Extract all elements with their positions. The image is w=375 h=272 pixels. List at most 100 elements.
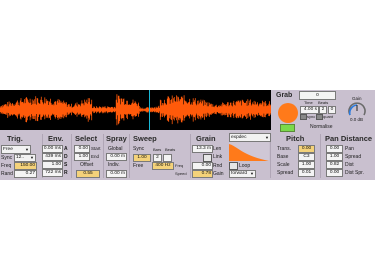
env-header: Env.	[48, 134, 64, 143]
trig-rand-input[interactable]: 0.27	[14, 170, 37, 178]
trig-mode-value: Free	[3, 147, 13, 152]
pan-input[interactable]: 0.00	[326, 145, 343, 153]
spray-header: Spray	[106, 134, 127, 143]
grain-gain-label: Gain	[213, 171, 224, 177]
dist-spread-input[interactable]: 0.00	[326, 169, 343, 177]
sweep-beats-b-input[interactable]	[163, 154, 172, 162]
pitch-scale-input[interactable]: 1.00	[298, 161, 315, 169]
granulator-plugin: Grab 0 Time Beats 4.00 s 2 0 sync quant …	[0, 90, 375, 180]
trig-mode-select[interactable]: Free ▼	[1, 145, 31, 154]
sweep-free-label: Free	[133, 163, 144, 169]
chevron-down-icon: ▼	[250, 171, 254, 176]
sweep-beats-label: Beats	[165, 147, 176, 152]
env-attack-label: A	[64, 146, 68, 152]
pan-spread-input[interactable]: 1.00	[326, 153, 343, 161]
pan-distance-header: Pan Distance	[325, 134, 373, 143]
dist-input[interactable]: 0.82	[326, 161, 343, 169]
env-decay-input[interactable]: 439 ms	[42, 153, 63, 161]
window-shape-display	[229, 142, 269, 161]
trig-freq-label: Freq	[1, 163, 12, 169]
grain-len-label: Len	[213, 146, 222, 152]
trig-freq-input[interactable]: 150.00	[14, 162, 37, 170]
pitch-trans-label: Trans.	[277, 146, 291, 152]
gain-dial[interactable]	[346, 101, 368, 117]
select-offset-label: Offset	[80, 162, 94, 168]
pitch-header: Pitch	[286, 134, 305, 143]
pitch-spread-input[interactable]: 0.01	[298, 169, 315, 177]
env-attack-input[interactable]: 0.00 ms	[42, 145, 63, 153]
pitch-base-label: Base	[277, 154, 289, 160]
grab-field[interactable]: 0	[299, 91, 336, 100]
grab-title: Grab	[276, 92, 293, 99]
env-sustain-label: S	[64, 162, 68, 168]
grain-gain-input[interactable]: 0.78	[192, 170, 213, 178]
quant-toggle[interactable]	[316, 114, 323, 120]
chevron-down-icon: ▼	[25, 147, 29, 152]
grain-rnd-label: Rnd	[213, 163, 223, 169]
loop-toggle[interactable]	[229, 162, 238, 170]
trig-rand-label: Rand	[1, 171, 13, 177]
dist-label: Dist	[345, 162, 354, 168]
gain-meter-value: 0.0 dB	[350, 117, 364, 122]
normalise-button[interactable]	[280, 124, 295, 132]
chevron-down-icon: ▼	[265, 135, 269, 140]
grab-beats-input[interactable]: 2	[319, 106, 327, 114]
select-offset-input[interactable]: 0.55	[76, 170, 100, 178]
grain-len-input[interactable]: 13.3 m	[192, 145, 213, 153]
trig-sync-select[interactable]: 12.. ▼	[14, 154, 36, 162]
grain-link-toggle[interactable]	[203, 154, 212, 162]
pan-label: Pan	[345, 146, 354, 152]
select-start-input[interactable]: 0.00	[74, 145, 90, 153]
env-sustain-input[interactable]: 1.00	[42, 161, 63, 169]
sweep-sync-label: Sync	[133, 146, 145, 152]
window-shape-select[interactable]: expdec ▼	[229, 133, 271, 142]
env-release-label: R	[64, 170, 68, 176]
grab-time-input[interactable]: 4.00 s	[300, 106, 319, 114]
sweep-beats-input[interactable]: 2	[153, 154, 162, 162]
spray-global-input[interactable]: 0.00 m	[106, 153, 127, 161]
dist-spread-label: Dist Spr.	[345, 170, 364, 176]
grain-header: Grain	[196, 134, 216, 143]
sweep-sync-input[interactable]: 1.00	[133, 154, 151, 162]
sweep-header: Sweep	[133, 134, 157, 143]
direction-value: forward	[231, 171, 247, 176]
pan-spread-label: Spread	[345, 154, 362, 160]
grain-rnd-input[interactable]: 0.00	[192, 162, 213, 170]
divider	[71, 134, 72, 178]
playhead-marker[interactable]	[149, 90, 150, 130]
direction-select[interactable]: forward ▼	[229, 170, 256, 178]
divider	[320, 134, 321, 178]
pitch-scale-label: Scale	[277, 162, 290, 168]
divider	[190, 134, 191, 178]
window-shape-value: expdec	[231, 135, 247, 140]
grab-button[interactable]	[278, 103, 298, 123]
trig-header: Trig.	[7, 134, 23, 143]
spray-global-label: Global	[108, 146, 123, 152]
waveform-path	[0, 94, 271, 126]
select-header: Select	[75, 134, 98, 143]
grab-beats-b-input[interactable]: 0	[328, 106, 336, 114]
divider	[103, 134, 104, 178]
sweep-free-input[interactable]: 400 Hz	[152, 162, 174, 170]
waveform-display[interactable]	[0, 90, 271, 130]
env-release-input[interactable]: 722 ms	[42, 169, 63, 177]
env-decay-label: D	[64, 154, 68, 160]
pitch-trans-input[interactable]: 0.00	[298, 145, 315, 153]
select-end-input[interactable]: 1.00	[74, 153, 90, 161]
spray-indiv-input[interactable]: 0.00 m	[106, 170, 127, 178]
select-start-label: Start	[91, 146, 101, 151]
sweep-freq-label: Freq	[175, 163, 184, 168]
sweep-speed-label: Speed	[175, 171, 187, 176]
pitch-spread-label: Spread	[277, 170, 294, 176]
waveform-graphic	[0, 94, 271, 126]
divider	[129, 134, 130, 178]
sweep-bars-label: Bars	[153, 147, 162, 152]
select-end-label: End	[91, 154, 100, 159]
normalise-label: Normalise	[310, 124, 333, 130]
loop-label: Loop	[239, 163, 251, 169]
sync-label: sync	[307, 114, 316, 119]
pitch-base-input[interactable]: C3	[298, 153, 315, 161]
trig-sync-value: 12..	[16, 155, 25, 160]
sync-toggle[interactable]	[300, 114, 307, 120]
quant-label: quant	[323, 114, 334, 119]
